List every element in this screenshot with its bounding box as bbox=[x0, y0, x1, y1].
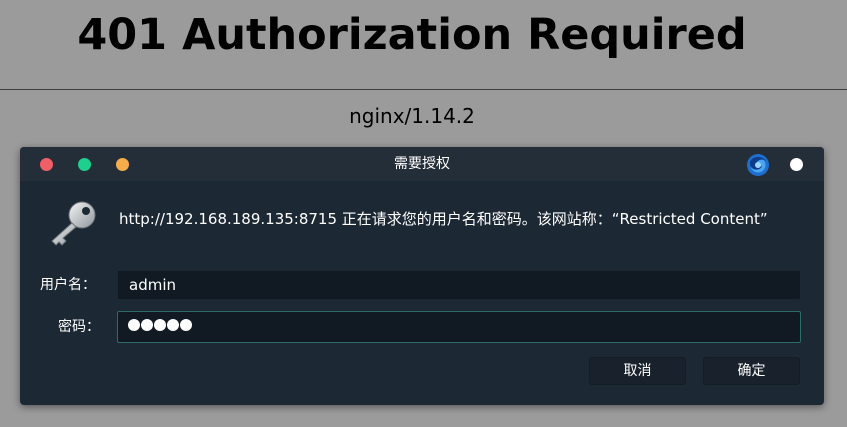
page-heading: 401 Authorization Required bbox=[77, 10, 747, 60]
auth-dialog: 需要授权 http://192.168.189.135:8715 正在请求您的用… bbox=[20, 147, 824, 405]
firefox-icon bbox=[747, 154, 769, 176]
password-mask-dot bbox=[141, 319, 153, 331]
password-mask bbox=[128, 319, 192, 331]
horizontal-rule bbox=[0, 89, 847, 90]
server-signature: nginx/1.14.2 bbox=[349, 104, 475, 128]
cancel-button[interactable]: 取消 bbox=[589, 357, 686, 385]
indicator-dot-icon bbox=[790, 158, 803, 171]
dialog-titlebar: 需要授权 bbox=[20, 147, 824, 181]
password-mask-dot bbox=[128, 319, 140, 331]
username-label: 用户名： bbox=[40, 277, 96, 293]
password-label: 密码： bbox=[58, 319, 100, 335]
password-mask-dot bbox=[180, 319, 192, 331]
key-icon bbox=[51, 201, 96, 246]
ok-button[interactable]: 确定 bbox=[703, 357, 800, 385]
dialog-title: 需要授权 bbox=[394, 156, 450, 172]
password-field[interactable] bbox=[117, 311, 801, 343]
username-value: admin bbox=[129, 276, 176, 294]
username-field[interactable]: admin bbox=[117, 270, 801, 300]
password-mask-dot bbox=[167, 319, 179, 331]
password-mask-dot bbox=[154, 319, 166, 331]
auth-message: http://192.168.189.135:8715 正在请求您的用户名和密码… bbox=[119, 210, 768, 228]
